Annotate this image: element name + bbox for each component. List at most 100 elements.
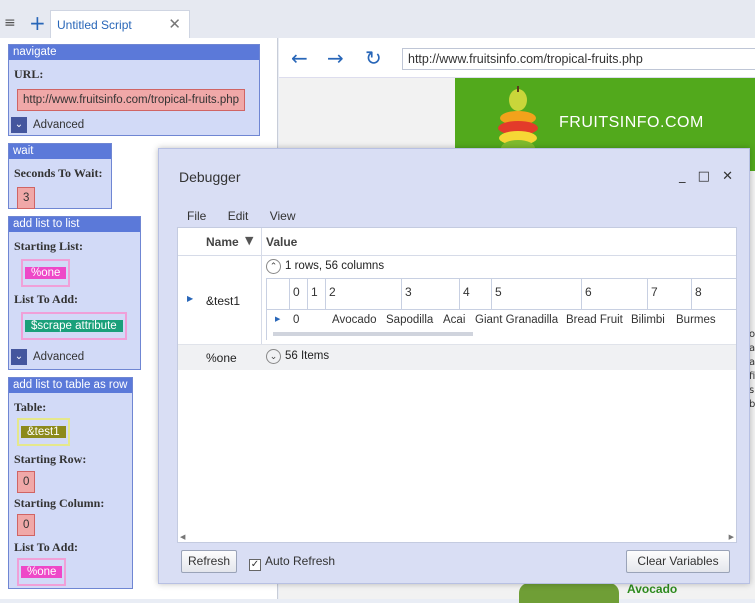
tab-title: Untitled Script bbox=[57, 18, 132, 32]
menu-icon[interactable]: ≡ bbox=[4, 15, 16, 31]
scrollbar-thumb[interactable] bbox=[273, 332, 473, 336]
column-line bbox=[307, 279, 308, 309]
debugger-window: Debugger _ □ ✕ File Edit View Name ▼ Val… bbox=[158, 148, 750, 584]
block-add-list-to-list[interactable]: add list to list Starting List: %one Lis… bbox=[8, 216, 141, 370]
table-cell[interactable]: Giant Granadilla bbox=[475, 314, 558, 326]
auto-refresh-checkbox[interactable]: ✓ Auto Refresh bbox=[249, 554, 335, 571]
list-to-add-value: %one bbox=[21, 566, 63, 578]
starting-list-chip[interactable]: %one bbox=[21, 259, 71, 287]
table-row[interactable]: ▶ &test1 ⌃ 1 rows, 56 columns 0 1 2 3 4 5… bbox=[178, 256, 736, 344]
table-value: &test1 bbox=[21, 426, 66, 438]
nested-table: 0 1 2 3 4 5 6 7 8 ▶ 0 Avocado Sapodilla … bbox=[266, 278, 736, 340]
starting-row-label: Starting Row: bbox=[14, 452, 87, 466]
column-line bbox=[401, 279, 402, 309]
block-navigate[interactable]: navigate URL: http://www.fruitsinfo.com/… bbox=[8, 44, 260, 136]
nested-col-header: 1 bbox=[311, 285, 318, 299]
name-column-header[interactable]: Name bbox=[206, 235, 239, 249]
clear-variables-button[interactable]: Clear Variables bbox=[626, 550, 730, 573]
nested-col-header: 2 bbox=[329, 285, 336, 299]
grid-scrollbar[interactable]: ◀ ▶ bbox=[178, 533, 736, 542]
add-tab-icon[interactable]: + bbox=[29, 11, 46, 35]
debugger-title: Debugger bbox=[179, 169, 241, 185]
url-value[interactable]: http://www.fruitsinfo.com/tropical-fruit… bbox=[17, 89, 246, 111]
value-column-header[interactable]: Value bbox=[266, 235, 297, 249]
reload-icon[interactable]: ↻ bbox=[365, 46, 382, 70]
starting-column-label: Starting Column: bbox=[14, 496, 105, 510]
advanced-label: Advanced bbox=[33, 351, 85, 363]
avocado-label[interactable]: Avocado bbox=[627, 582, 677, 596]
table-row[interactable]: %one ⌄ 56 Items bbox=[178, 344, 736, 370]
column-line bbox=[691, 279, 692, 309]
menu-edit[interactable]: Edit bbox=[228, 209, 249, 223]
seconds-label: Seconds To Wait: bbox=[14, 166, 103, 180]
table-cell[interactable]: Bilimbi bbox=[631, 314, 665, 326]
script-tab[interactable]: Untitled Script ✕ bbox=[50, 10, 190, 38]
nested-col-header: 7 bbox=[651, 285, 658, 299]
nested-col-header: 4 bbox=[463, 285, 470, 299]
nested-scrollbar[interactable] bbox=[267, 330, 736, 338]
nested-col-header: 0 bbox=[293, 285, 300, 299]
row-expand-icon[interactable]: ▶ bbox=[275, 315, 280, 323]
chevron-down-icon: ⌄ bbox=[11, 349, 27, 365]
address-bar[interactable]: http://www.fruitsinfo.com/tropical-fruit… bbox=[402, 48, 755, 70]
menu-view[interactable]: View bbox=[270, 209, 296, 223]
scroll-right-icon[interactable]: ▶ bbox=[729, 533, 734, 541]
tab-bar: ≡ + Untitled Script ✕ bbox=[0, 0, 755, 38]
nested-col-header: 6 bbox=[585, 285, 592, 299]
table-cell[interactable]: Sapodilla bbox=[386, 314, 433, 326]
seconds-value[interactable]: 3 bbox=[17, 187, 36, 209]
block-wait[interactable]: wait Seconds To Wait: 3 bbox=[8, 143, 112, 209]
filter-icon[interactable]: ▼ bbox=[245, 234, 253, 247]
column-line bbox=[491, 279, 492, 309]
table-chip[interactable]: &test1 bbox=[17, 418, 70, 446]
table-cell[interactable]: Burmes bbox=[676, 314, 716, 326]
advanced-label: Advanced bbox=[33, 119, 85, 131]
table-label: Table: bbox=[14, 400, 47, 414]
nested-col-header: 8 bbox=[695, 285, 702, 299]
forward-arrow-icon[interactable]: → bbox=[327, 46, 344, 70]
url-label: URL: bbox=[14, 67, 44, 81]
variables-grid: Name ▼ Value ▶ &test1 ⌃ 1 rows, 56 column… bbox=[177, 227, 737, 543]
checkbox-check-icon[interactable]: ✓ bbox=[249, 559, 261, 571]
block-title: add list to list bbox=[9, 217, 140, 232]
debugger-menubar: File Edit View bbox=[187, 209, 314, 223]
table-cell[interactable]: Acai bbox=[443, 314, 465, 326]
block-add-list-to-table[interactable]: add list to table as row Table: &test1 S… bbox=[8, 377, 133, 589]
close-icon[interactable]: ✕ bbox=[168, 15, 181, 33]
list-to-add-value: $scrape attribute bbox=[25, 320, 123, 332]
back-arrow-icon[interactable]: ← bbox=[291, 46, 308, 70]
scroll-left-icon[interactable]: ◀ bbox=[180, 533, 185, 541]
site-title: FRUITSINFO.COM bbox=[559, 114, 704, 131]
block-title: wait bbox=[9, 144, 111, 159]
column-line bbox=[581, 279, 582, 309]
summary-text: 56 Items bbox=[285, 350, 330, 362]
advanced-toggle[interactable]: ⌄ Advanced bbox=[10, 115, 260, 137]
list-to-add-label: List To Add: bbox=[14, 540, 79, 554]
advanced-toggle[interactable]: ⌄ Advanced bbox=[10, 347, 141, 369]
auto-refresh-label: Auto Refresh bbox=[265, 554, 336, 568]
list-to-add-label: List To Add: bbox=[14, 292, 79, 306]
list-to-add-chip[interactable]: $scrape attribute bbox=[21, 312, 127, 340]
menu-file[interactable]: File bbox=[187, 209, 206, 223]
row-expand-icon[interactable]: ▶ bbox=[187, 294, 193, 303]
starting-list-value: %one bbox=[25, 267, 67, 279]
block-title: navigate bbox=[9, 45, 259, 60]
collapse-icon[interactable]: ⌃ bbox=[266, 259, 281, 274]
table-cell[interactable]: Bread Fruit bbox=[566, 314, 623, 326]
column-line bbox=[459, 279, 460, 309]
nested-col-header: 5 bbox=[495, 285, 502, 299]
window-controls[interactable]: _ □ ✕ bbox=[679, 169, 737, 184]
variable-name: &test1 bbox=[206, 294, 241, 308]
starting-row-value[interactable]: 0 bbox=[17, 471, 36, 493]
expand-icon[interactable]: ⌄ bbox=[266, 349, 281, 364]
refresh-button[interactable]: Refresh bbox=[181, 550, 237, 573]
table-cell[interactable]: Avocado bbox=[332, 314, 377, 326]
starting-column-value[interactable]: 0 bbox=[17, 514, 36, 536]
table-summary[interactable]: ⌃ 1 rows, 56 columns bbox=[266, 259, 384, 274]
nested-col-header: 3 bbox=[405, 285, 412, 299]
column-line bbox=[325, 279, 326, 309]
list-summary[interactable]: ⌄ 56 Items bbox=[266, 349, 329, 364]
list-to-add-chip[interactable]: %one bbox=[17, 558, 67, 586]
block-title: add list to table as row bbox=[9, 378, 132, 393]
header-line bbox=[267, 309, 736, 310]
